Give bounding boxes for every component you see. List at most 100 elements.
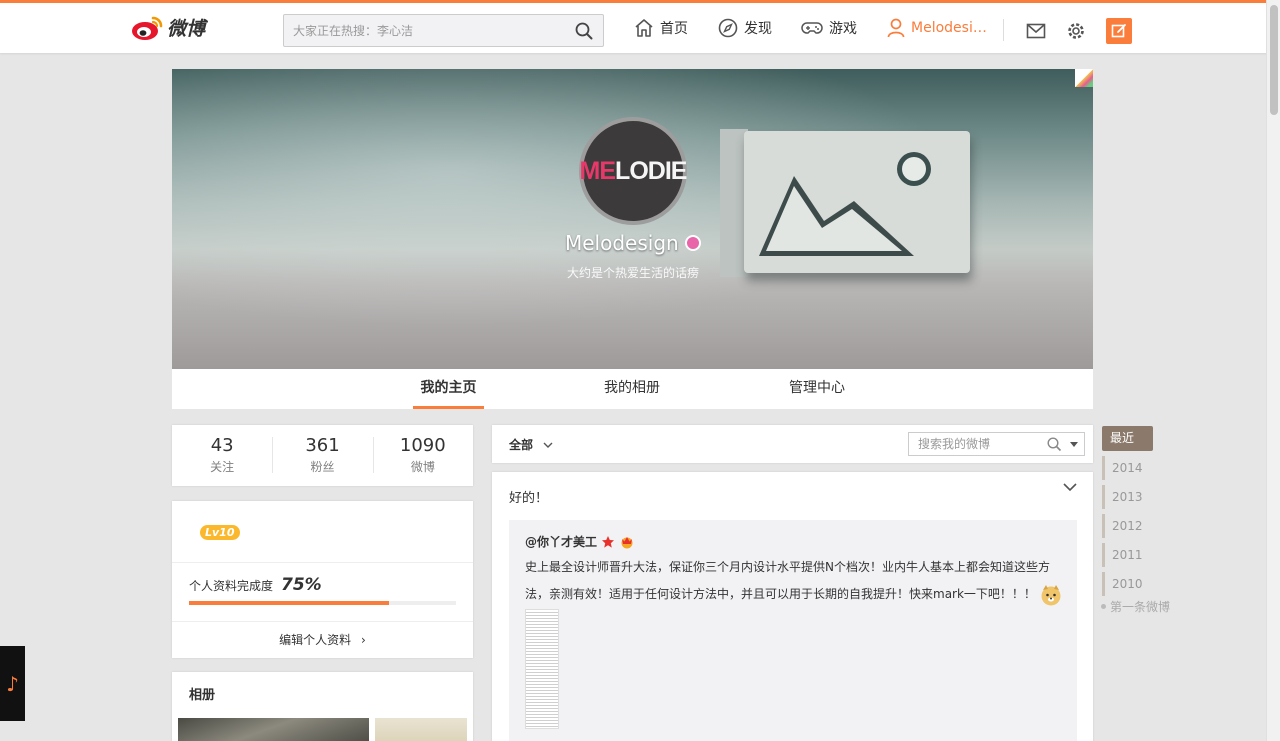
profile-tabs: 我的主页 我的相册 管理中心 (172, 369, 1093, 409)
edit-profile-link[interactable]: 编辑个人资料 › (172, 631, 473, 648)
stat-followers-count: 361 (305, 435, 340, 456)
completion-label: 个人资料完成度 (189, 579, 274, 593)
nav-home[interactable]: 首页 (634, 18, 688, 38)
nav-user-profile[interactable]: Melodesi… (887, 18, 987, 38)
stat-posts[interactable]: 1090 微博 (372, 425, 473, 486)
repost-author-name: @你丫才美工 (525, 535, 598, 549)
nav-discover[interactable]: 发现 (718, 18, 772, 38)
filter-dropdown[interactable]: 全部 (509, 436, 553, 453)
compose-button[interactable] (1106, 18, 1132, 44)
logo-text: 微博 (167, 18, 206, 40)
settings-button[interactable] (1065, 20, 1087, 42)
avatar-logo-rest: LODIE (615, 156, 687, 185)
music-note-icon: ♪ (6, 671, 19, 696)
edit-profile-label: 编辑个人资料 (279, 633, 352, 647)
album-card: 相册 (172, 672, 473, 741)
completion-progress-bar (189, 601, 456, 605)
post-text: 好的！ (509, 491, 549, 506)
weibo-logo[interactable]: 微博 (131, 14, 205, 41)
nav-discover-label: 发现 (744, 21, 772, 37)
tab-management-center[interactable]: 管理中心 (782, 369, 852, 409)
user-icon (887, 18, 905, 38)
timeline-first-post[interactable]: 第一条微博 (1101, 598, 1170, 615)
nav-home-label: 首页 (660, 21, 688, 37)
top-nav-bar: 微博 首页 发现 游戏 Melodesi (0, 0, 1280, 53)
avatar-logo-text: MELODIE (579, 156, 688, 186)
feed-search-box (908, 432, 1085, 456)
mountain-image-icon (759, 152, 931, 256)
messages-button[interactable] (1025, 20, 1047, 42)
completion-progress-fill (189, 601, 390, 605)
cover-photo-frame (744, 131, 970, 273)
nav-games-label: 游戏 (829, 21, 857, 37)
profile-info-card: Lv10 个人资料完成度 75% 编辑个人资料 › (172, 501, 473, 658)
page-scrollbar[interactable] (1266, 0, 1280, 741)
filter-label: 全部 (509, 438, 534, 452)
level-badge[interactable]: Lv10 (200, 525, 240, 540)
completion-value: 75% (281, 575, 322, 595)
stat-followers[interactable]: 361 粉丝 (272, 425, 372, 486)
stat-following[interactable]: 43 关注 (172, 425, 272, 486)
divider (172, 621, 473, 622)
doge-emoji-icon (1041, 584, 1061, 605)
stats-card: 43 关注 361 粉丝 1090 微博 (172, 425, 473, 486)
feed-post: 好的！ @你丫才美工 史上最全设计师晋升大法，保证你三个月内设计水平提供N个档次… (492, 472, 1093, 741)
nav-user-label: Melodesi… (911, 20, 987, 36)
caret-down-icon[interactable] (1070, 442, 1078, 447)
repost-body-line: 史上最全设计师晋升大法，保证你三个月内设计水平提供N个档次！业内牛人基本上都会知… (525, 560, 1050, 574)
stat-following-label: 关注 (210, 460, 235, 474)
nav-divider (1003, 19, 1004, 41)
nav-games[interactable]: 游戏 (801, 18, 857, 38)
timeline-dot (1101, 604, 1106, 609)
chevron-right-icon: › (361, 633, 366, 647)
star-badge-icon (602, 535, 615, 548)
avatar[interactable]: MELODIE (579, 117, 687, 225)
album-thumbnail[interactable] (178, 718, 369, 741)
global-search-box (283, 14, 604, 47)
reposted-content: @你丫才美工 史上最全设计师晋升大法，保证你三个月内设计水平提供N个档次！业内牛… (509, 520, 1077, 741)
album-thumbnail[interactable] (375, 718, 467, 741)
profile-cover: MELODIE Melodesign 大约是个热爱生活的话痨 (172, 69, 1093, 369)
member-badge-icon[interactable] (684, 235, 701, 251)
chevron-down-icon[interactable] (1063, 482, 1077, 492)
repost-image-thumbnail[interactable] (525, 609, 559, 729)
search-icon[interactable] (1047, 437, 1062, 452)
chevron-down-icon (543, 442, 553, 448)
timeline-year[interactable]: 2010 (1102, 572, 1162, 596)
profile-username-text: Melodesign (565, 231, 679, 255)
global-search-input[interactable] (284, 15, 564, 46)
avatar-logo-accent: ME (579, 156, 616, 185)
profile-username: Melodesign (565, 231, 701, 255)
timeline-year[interactable]: 2011 (1102, 543, 1162, 567)
timeline-year[interactable]: 2012 (1102, 514, 1162, 538)
scrollbar-thumb[interactable] (1270, 5, 1278, 115)
feed-filter-bar: 全部 (492, 425, 1093, 463)
repost-author[interactable]: @你丫才美工 (525, 533, 635, 550)
repost-body-line: 法，亲测有效！适用于任何设计方法中，并且可以用于长期的自我提升！快来mark一下… (525, 581, 1065, 608)
stat-posts-label: 微博 (410, 460, 435, 474)
profile-bio: 大约是个热爱生活的话痨 (567, 266, 700, 280)
album-title[interactable]: 相册 (189, 684, 215, 703)
gear-icon (1068, 23, 1084, 39)
search-icon[interactable] (575, 22, 593, 40)
cover-template-chip[interactable] (1075, 69, 1093, 87)
timeline-year[interactable]: 2014 (1102, 456, 1162, 480)
gamepad-icon (801, 22, 823, 34)
pencil-edit-icon (1111, 24, 1126, 38)
timeline-year[interactable]: 2013 (1102, 485, 1162, 509)
tab-my-home[interactable]: 我的主页 (413, 369, 484, 409)
feed-search-input[interactable] (909, 433, 1039, 455)
profile-completion: 个人资料完成度 75% (189, 575, 322, 595)
envelope-icon (1026, 23, 1046, 39)
compass-icon (718, 18, 738, 38)
repost-body-line-text: 法，亲测有效！适用于任何设计方法中，并且可以用于长期的自我提升！快来mark一下… (525, 587, 1036, 601)
timeline-first-post-label: 第一条微博 (1110, 600, 1171, 614)
timeline-recent[interactable]: 最近 (1102, 426, 1153, 451)
music-player-tab[interactable]: ♪ (0, 646, 25, 721)
repost-body: 史上最全设计师晋升大法，保证你三个月内设计水平提供N个档次！业内牛人基本上都会知… (525, 554, 1065, 608)
stat-following-count: 43 (210, 435, 234, 456)
tab-my-album[interactable]: 我的相册 (597, 369, 667, 409)
weibo-eye-icon (132, 16, 163, 40)
divider (172, 562, 473, 563)
stat-posts-count: 1090 (399, 435, 446, 456)
